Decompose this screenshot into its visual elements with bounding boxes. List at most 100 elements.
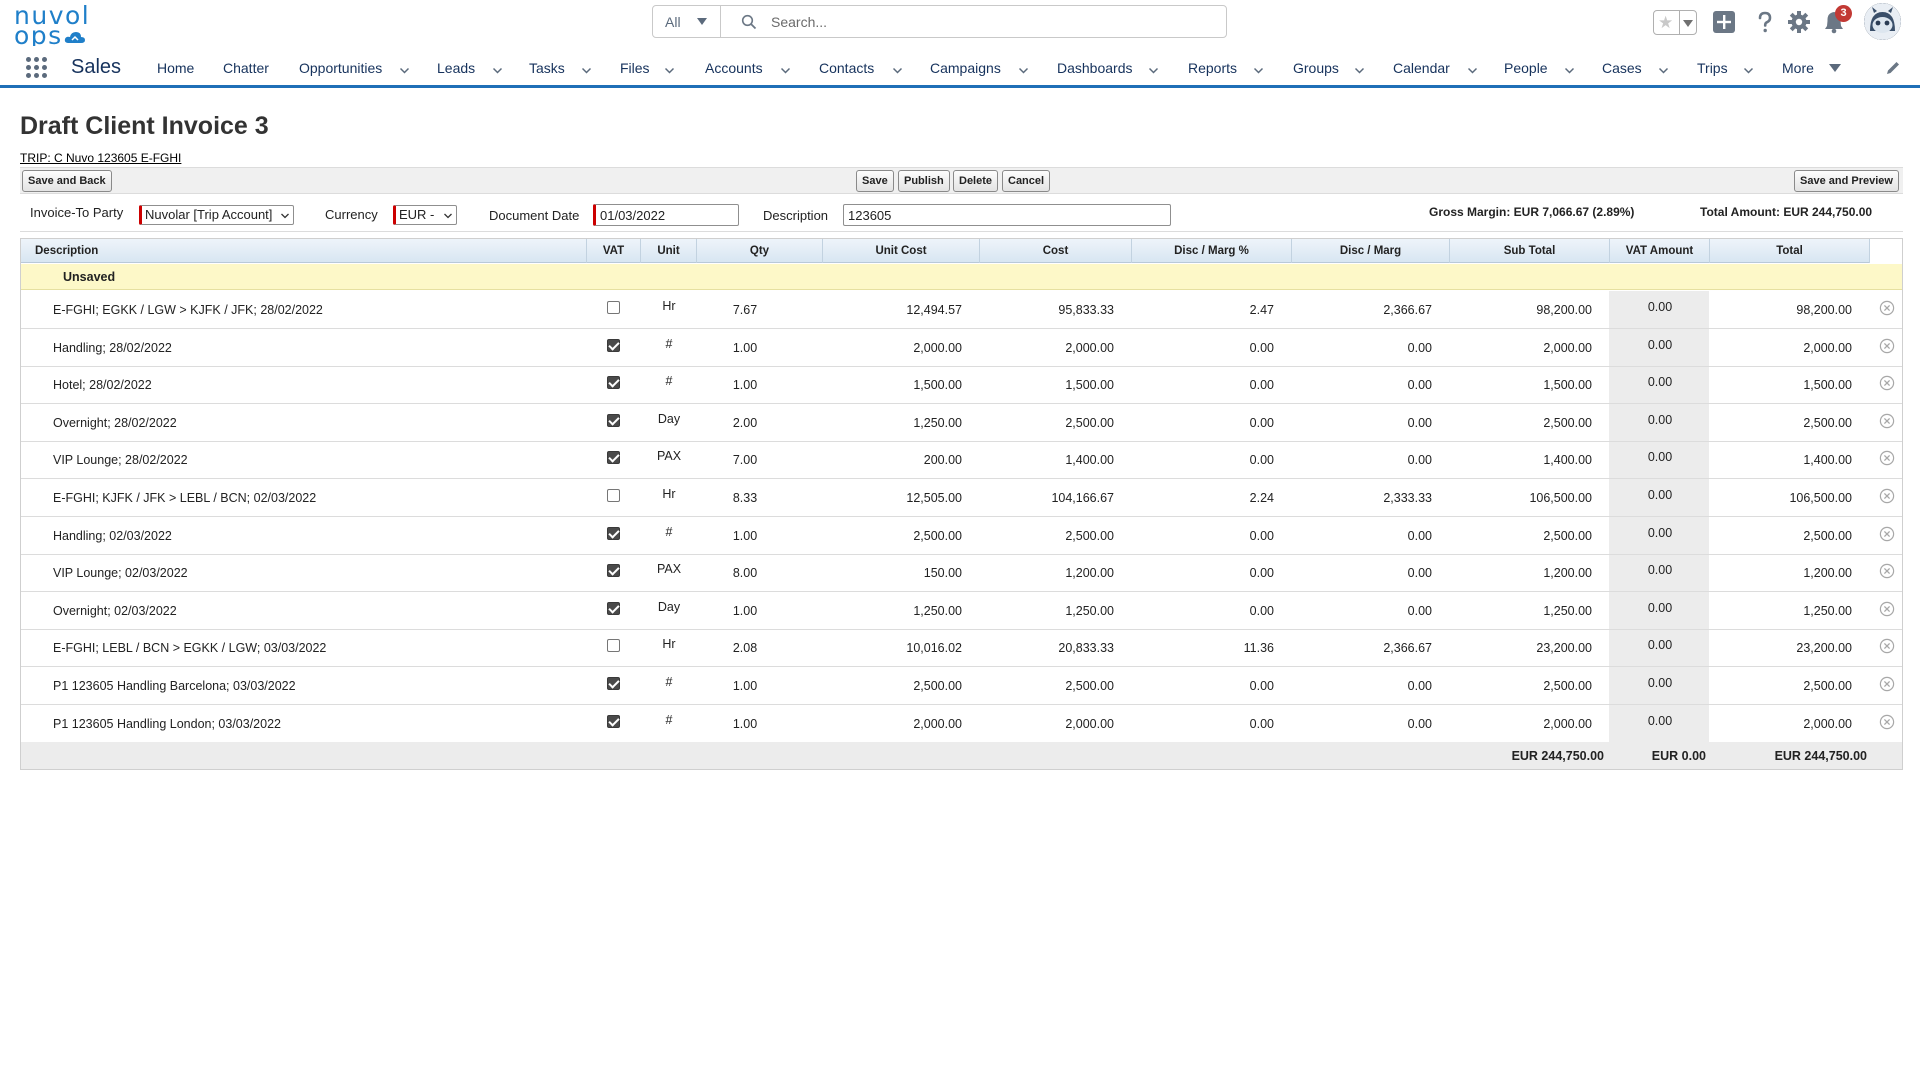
col-header-disc-marg[interactable]: Disc / Marg <box>1292 239 1450 263</box>
save-button[interactable]: Save <box>856 170 894 192</box>
col-header-unit[interactable]: Unit <box>641 239 697 263</box>
table-row[interactable]: P1 123605 Handling Barcelona; 03/03/2022… <box>21 667 1902 705</box>
vat-checkbox[interactable] <box>607 527 620 540</box>
chevron-down-icon[interactable] <box>1744 66 1753 75</box>
remove-row-icon[interactable] <box>1879 488 1895 504</box>
remove-row-icon[interactable] <box>1879 338 1895 354</box>
nav-item-tasks[interactable]: Tasks <box>529 60 565 80</box>
vat-checkbox[interactable] <box>607 414 620 427</box>
col-header-vat-amount[interactable]: VAT Amount <box>1610 239 1710 263</box>
nav-item-cases[interactable]: Cases <box>1602 60 1642 80</box>
nav-item-more[interactable]: More <box>1782 60 1814 80</box>
col-header-disc-marg-pct[interactable]: Disc / Marg % <box>1132 239 1292 263</box>
vat-checkbox[interactable] <box>607 376 620 389</box>
invoice-to-select[interactable]: Nuvolar [Trip Account] <box>139 205 294 225</box>
cancel-button[interactable]: Cancel <box>1002 170 1051 192</box>
remove-row-icon[interactable] <box>1879 300 1895 316</box>
gear-icon[interactable] <box>1787 10 1811 34</box>
table-row[interactable]: Overnight; 28/02/2022 Day 2.00 1,250.00 2,50… <box>21 404 1902 442</box>
save-and-preview-button[interactable]: Save and Preview <box>1794 170 1899 192</box>
col-header-description[interactable]: Description <box>21 239 587 263</box>
description-input[interactable] <box>843 204 1171 226</box>
caret-down-icon[interactable] <box>1829 64 1841 72</box>
pencil-icon[interactable] <box>1885 60 1901 76</box>
vat-checkbox[interactable] <box>607 639 620 652</box>
col-header-cost[interactable]: Cost <box>980 239 1132 263</box>
currency-select[interactable]: EUR - <box>393 205 457 225</box>
nav-item-calendar[interactable]: Calendar <box>1393 60 1450 80</box>
vat-checkbox[interactable] <box>607 602 620 615</box>
vat-checkbox[interactable] <box>607 715 620 728</box>
search-input[interactable] <box>771 10 1211 34</box>
favorites-dropdown-icon[interactable] <box>1683 20 1693 27</box>
vat-checkbox[interactable] <box>607 677 620 690</box>
chevron-down-icon[interactable] <box>665 66 674 75</box>
vat-checkbox[interactable] <box>607 489 620 502</box>
chevron-down-icon[interactable] <box>493 66 502 75</box>
chevron-down-icon[interactable] <box>1565 66 1574 75</box>
chevron-down-icon[interactable] <box>1659 66 1668 75</box>
col-header-total[interactable]: Total <box>1710 239 1870 263</box>
table-row[interactable]: E-FGHI; EGKK / LGW > KJFK / JFK; 28/02/2… <box>21 291 1902 329</box>
chevron-down-icon[interactable] <box>1468 66 1477 75</box>
nav-item-groups[interactable]: Groups <box>1293 60 1339 80</box>
table-row[interactable]: Handling; 02/03/2022 #1.00 2,500.00 2,500.0… <box>21 517 1902 555</box>
nav-item-people[interactable]: People <box>1504 60 1548 80</box>
nav-item-trips[interactable]: Trips <box>1697 60 1728 80</box>
chevron-down-icon[interactable] <box>1254 66 1263 75</box>
nav-item-leads[interactable]: Leads <box>437 60 475 80</box>
nav-item-chatter[interactable]: Chatter <box>223 60 269 80</box>
col-header-qty[interactable]: Qty <box>697 239 823 263</box>
help-icon[interactable] <box>1753 10 1777 34</box>
remove-row-icon[interactable] <box>1879 375 1895 391</box>
remove-row-icon[interactable] <box>1879 714 1895 730</box>
table-row[interactable]: E-FGHI; LEBL / BCN > EGKK / LGW; 03/03/2… <box>21 629 1902 667</box>
chevron-down-icon[interactable] <box>582 66 591 75</box>
nav-item-contacts[interactable]: Contacts <box>819 60 874 80</box>
table-row[interactable]: Overnight; 02/03/2022 Day 1.00 1,250.00 1,25… <box>21 592 1902 630</box>
vat-checkbox[interactable] <box>607 339 620 352</box>
chevron-down-icon[interactable] <box>781 66 790 75</box>
chevron-down-icon[interactable] <box>1355 66 1364 75</box>
nav-item-opportunities[interactable]: Opportunities <box>299 60 382 80</box>
nav-item-reports[interactable]: Reports <box>1188 60 1237 80</box>
table-row[interactable]: E-FGHI; KJFK / JFK > LEBL / BCN; 02/03/2… <box>21 479 1902 517</box>
favorites-button[interactable]: ★ <box>1653 10 1697 35</box>
vat-checkbox[interactable] <box>607 564 620 577</box>
remove-row-icon[interactable] <box>1879 676 1895 692</box>
table-row[interactable]: VIP Lounge; 02/03/2022 PAX 8.00 150.00 1,200… <box>21 554 1902 592</box>
col-header-unit-cost[interactable]: Unit Cost <box>823 239 980 263</box>
nav-item-campaigns[interactable]: Campaigns <box>930 60 1001 80</box>
chevron-down-icon[interactable] <box>893 66 902 75</box>
nav-item-files[interactable]: Files <box>620 60 650 80</box>
nuvolops-logo[interactable]: nuvol ops <box>14 3 94 48</box>
table-row[interactable]: Handling; 28/02/2022 #1.00 2,000.00 2,000.0… <box>21 329 1902 367</box>
vat-checkbox[interactable] <box>607 301 620 314</box>
remove-row-icon[interactable] <box>1879 526 1895 542</box>
nav-item-home[interactable]: Home <box>157 60 194 80</box>
search-scope-select[interactable]: All <box>653 6 721 37</box>
trip-link[interactable]: TRIP: C Nuvo 123605 E-FGHI <box>20 151 181 165</box>
add-icon[interactable] <box>1712 10 1736 34</box>
remove-row-icon[interactable] <box>1879 413 1895 429</box>
table-row[interactable]: P1 123605 Handling London; 03/03/2022 #1.… <box>21 705 1902 743</box>
table-row[interactable]: VIP Lounge; 28/02/2022 PAX 7.00 200.00 1,400… <box>21 441 1902 479</box>
save-and-back-button[interactable]: Save and Back <box>22 170 112 192</box>
remove-row-icon[interactable] <box>1879 563 1895 579</box>
table-row[interactable]: Hotel; 28/02/2022 #1.00 1,500.00 1,500.00 0.… <box>21 366 1902 404</box>
chevron-down-icon[interactable] <box>1019 66 1028 75</box>
remove-row-icon[interactable] <box>1879 601 1895 617</box>
document-date-input[interactable] <box>593 204 739 226</box>
col-header-sub-total[interactable]: Sub Total <box>1450 239 1610 263</box>
chevron-down-icon[interactable] <box>1149 66 1158 75</box>
vat-checkbox[interactable] <box>607 451 620 464</box>
nav-item-accounts[interactable]: Accounts <box>705 60 763 80</box>
publish-button[interactable]: Publish <box>898 170 950 192</box>
col-header-vat[interactable]: VAT <box>587 239 641 263</box>
nav-item-dashboards[interactable]: Dashboards <box>1057 60 1133 80</box>
remove-row-icon[interactable] <box>1879 450 1895 466</box>
user-avatar[interactable] <box>1864 3 1901 40</box>
remove-row-icon[interactable] <box>1879 638 1895 654</box>
chevron-down-icon[interactable] <box>400 66 409 75</box>
delete-button[interactable]: Delete <box>953 170 999 192</box>
